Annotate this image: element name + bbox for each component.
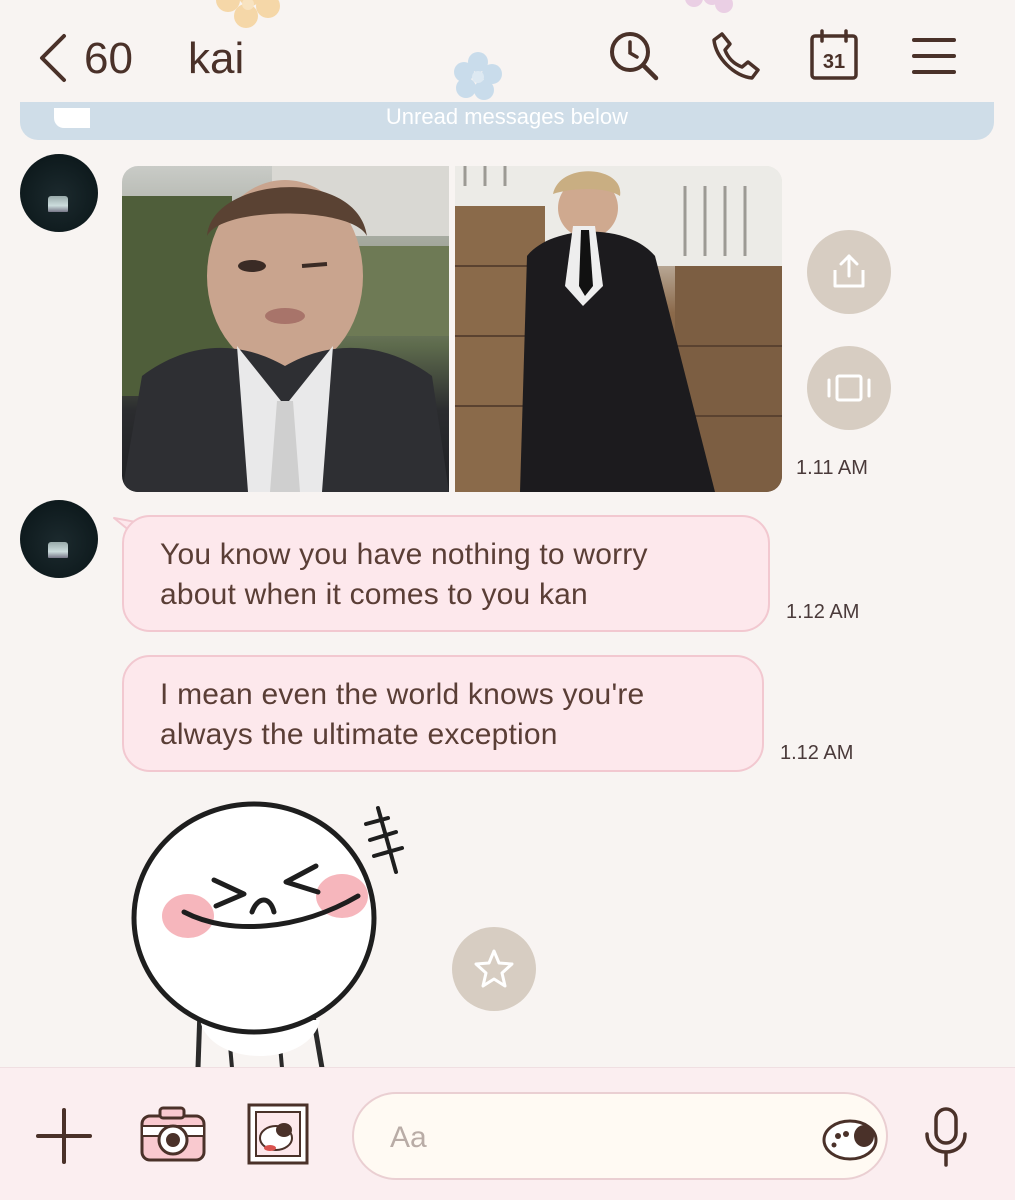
favorite-button[interactable] — [452, 927, 536, 1011]
menu-icon[interactable] — [906, 28, 962, 84]
share-icon — [833, 254, 865, 288]
calendar-icon[interactable]: 31 — [806, 28, 862, 84]
message-text: I mean even the world knows you're alway… — [160, 678, 645, 751]
message-timestamp: 1.12 AM — [786, 601, 860, 623]
photo-suit[interactable] — [455, 166, 782, 492]
emoji-sticker-icon[interactable] — [820, 1114, 880, 1162]
message-timestamp: 1.12 AM — [780, 742, 854, 764]
unread-messages-banner[interactable]: Unread messages below — [20, 102, 994, 140]
message-bubble[interactable]: I mean even the world knows you're alway… — [122, 655, 764, 772]
album-icon — [827, 374, 871, 402]
unread-count[interactable]: 60 — [84, 34, 133, 84]
microphone-icon[interactable] — [922, 1106, 970, 1168]
phone-icon[interactable] — [708, 28, 764, 84]
back-chevron-icon[interactable] — [34, 30, 74, 86]
message-bubble[interactable]: You know you have nothing to worry about… — [122, 515, 770, 632]
message-input-container[interactable] — [352, 1092, 888, 1180]
star-icon — [474, 949, 514, 988]
chat-header: 60 kai 31 — [0, 0, 1015, 112]
calendar-day: 31 — [823, 51, 845, 73]
camera-icon[interactable] — [140, 1104, 206, 1164]
avatar[interactable] — [20, 500, 98, 578]
unread-banner-text: Unread messages below — [385, 104, 629, 129]
photo-selfie[interactable] — [122, 166, 449, 492]
message-input-bar — [0, 1067, 1015, 1200]
message-text: You know you have nothing to worry about… — [160, 538, 648, 611]
album-view-button[interactable] — [807, 346, 891, 430]
avatar[interactable] — [20, 154, 98, 232]
share-button[interactable] — [807, 230, 891, 314]
laughing-face-sticker[interactable] — [120, 800, 440, 1068]
search-icon[interactable] — [606, 28, 662, 84]
plus-icon[interactable] — [34, 1106, 94, 1166]
message-timestamp: 1.11 AM — [796, 457, 868, 479]
chat-title[interactable]: kai — [188, 34, 244, 84]
message-input[interactable] — [390, 1116, 810, 1160]
gallery-icon[interactable] — [246, 1102, 310, 1166]
